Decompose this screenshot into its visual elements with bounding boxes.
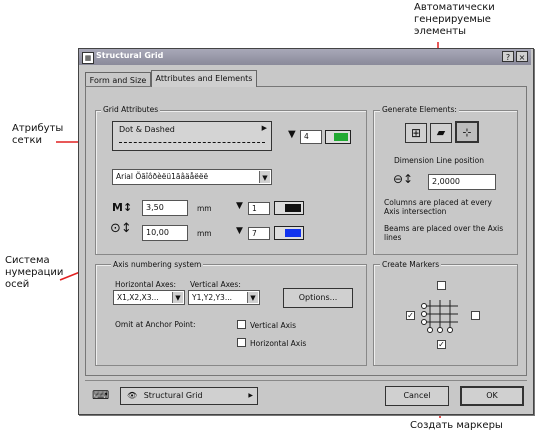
line-pen-color-swatch [334,133,348,141]
chevron-right-icon: ▶ [248,392,253,399]
omit-anchor-label: Omit at Anchor Point: [115,320,196,329]
marker-grid-icon [421,300,458,333]
dimension-line-label: Dimension Line position [394,156,484,165]
chevron-right-icon: ▶ [261,124,267,132]
columns-note: Columns are placed at every Axis interse… [384,198,492,216]
pen-icon-2: ▼ [236,201,243,211]
bubble-diameter-field[interactable]: 10,00 [142,225,188,241]
grid-attributes-title: Grid Attributes [101,105,161,114]
marker-left-checkbox[interactable]: ✓ [406,311,415,320]
tool-selector-button[interactable]: 👁 Structural Grid ▶ [120,387,258,405]
help-button[interactable]: ? [502,51,514,62]
text-size-field[interactable]: 3,50 [142,200,188,216]
tab-form-and-size[interactable]: Form and Size [85,72,151,87]
column-element-button[interactable]: ⊞ [405,123,427,143]
line-type-selector[interactable]: Dot & Dashed ▶ [112,121,272,151]
text-size-unit: mm [197,204,212,213]
vertical-axes-value: Y1,Y2,Y3... [192,293,232,302]
vertical-axis-checkbox[interactable] [237,320,246,329]
eye-icon: 👁 [127,391,138,400]
bubble-diameter-unit: mm [197,229,212,238]
bubble-pen-color-button[interactable] [274,226,304,240]
bubble-pen-field[interactable]: 7 [248,227,270,240]
line-pen-field[interactable]: 4 [300,130,322,144]
chevron-down-icon: ▼ [247,292,258,303]
text-size-icon: M↕ [112,201,133,214]
text-pen-color-button[interactable] [274,201,304,215]
horizontal-axis-label: Horizontal Axis [250,339,307,348]
line-type-label: Dot & Dashed [119,125,175,134]
text-pen-color-swatch [285,204,301,212]
font-dropdown[interactable]: Arial Õãîôðèëü1ãâäåëëë ▼ [112,169,272,185]
generate-elements-title: Generate Elements: [380,105,459,114]
ok-button[interactable]: OK [460,386,524,406]
chevron-down-icon: ▼ [172,292,183,303]
dimension-icon: ⊹ [462,126,472,139]
axis-numbering-title: Axis numbering system [111,260,204,269]
horizontal-axes-label: Horizontal Axes: [115,280,177,289]
tool-name: Structural Grid [143,391,203,400]
marker-right-checkbox[interactable] [471,311,480,320]
column-icon: ⊞ [410,126,422,140]
footer-divider [85,380,527,381]
horizontal-axes-value: X1,X2,X3... [117,293,159,302]
create-markers-title: Create Markers [380,260,442,269]
close-button[interactable]: × [516,51,528,62]
beam-element-button[interactable]: ▰ [430,123,452,143]
line-pen-color-button[interactable] [325,130,351,144]
toolbox-icon: ⌨ [92,388,110,402]
window-title: Structural Grid [96,51,164,60]
beam-icon: ▰ [436,126,446,139]
marker-bottom-checkbox[interactable]: ✓ [437,340,446,349]
options-button[interactable]: Options... [283,288,353,308]
beams-note: Beams are placed over the Axis lines [384,224,504,242]
pen-icon-3: ▼ [236,226,243,236]
cancel-button[interactable]: Cancel [385,386,449,406]
font-name: Arial Õãîôðèëü1ãâäåëëë [116,172,209,181]
dimension-offset-field[interactable]: 2,0000 [428,174,496,190]
bubble-pen-color-swatch [285,229,301,237]
dimension-element-button[interactable]: ⊹ [455,121,479,143]
horizontal-axes-dropdown[interactable]: X1,X2,X3... ▼ [113,290,185,305]
line-type-preview [119,142,265,143]
horizontal-axis-checkbox[interactable] [237,338,246,347]
vertical-axes-dropdown[interactable]: Y1,Y2,Y3... ▼ [188,290,260,305]
marker-top-checkbox[interactable] [437,281,446,290]
chevron-down-icon: ▼ [259,171,270,183]
tab-attributes-and-elements[interactable]: Attributes and Elements [151,70,257,87]
text-pen-field[interactable]: 1 [248,202,270,215]
vertical-axes-label: Vertical Axes: [190,280,241,289]
pen-icon: ▼ [288,129,296,140]
grid-app-icon: ▦ [82,52,94,64]
dimension-offset-icon: ⊖↕ [393,172,414,186]
bubble-diameter-icon: ⊙↕ [110,221,132,236]
vertical-axis-label: Vertical Axis [250,321,297,330]
